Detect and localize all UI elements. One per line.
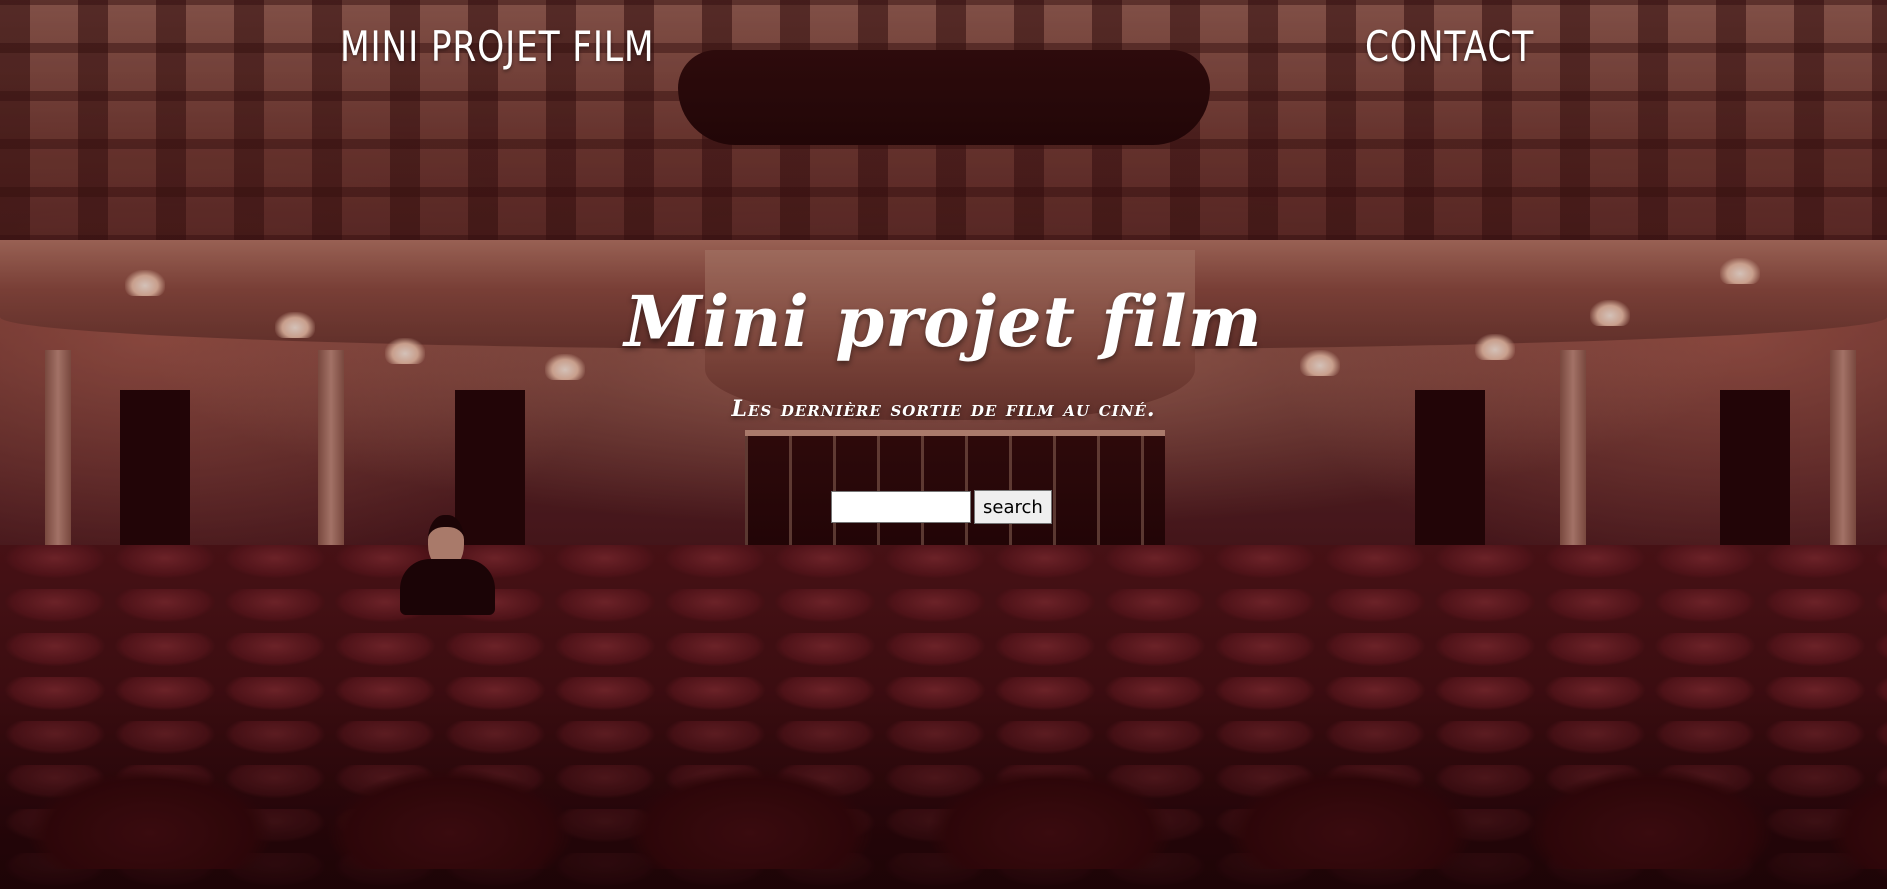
search-input[interactable] (831, 491, 971, 523)
nav-contact-link[interactable]: CONTACT (1365, 22, 1534, 71)
hero-title: Mini projet film (624, 280, 1263, 363)
nav-brand-link[interactable]: MINI PROJET FILM (340, 22, 654, 71)
search-form: search (831, 490, 1052, 524)
background-tint-overlay (0, 0, 1887, 889)
hero-subtitle: Les dernière sortie de film au ciné. (731, 396, 1156, 422)
page: MINI PROJET FILM CONTACT Mini projet fil… (0, 0, 1887, 889)
theater-background-image (0, 0, 1887, 889)
search-button[interactable]: search (974, 490, 1052, 524)
